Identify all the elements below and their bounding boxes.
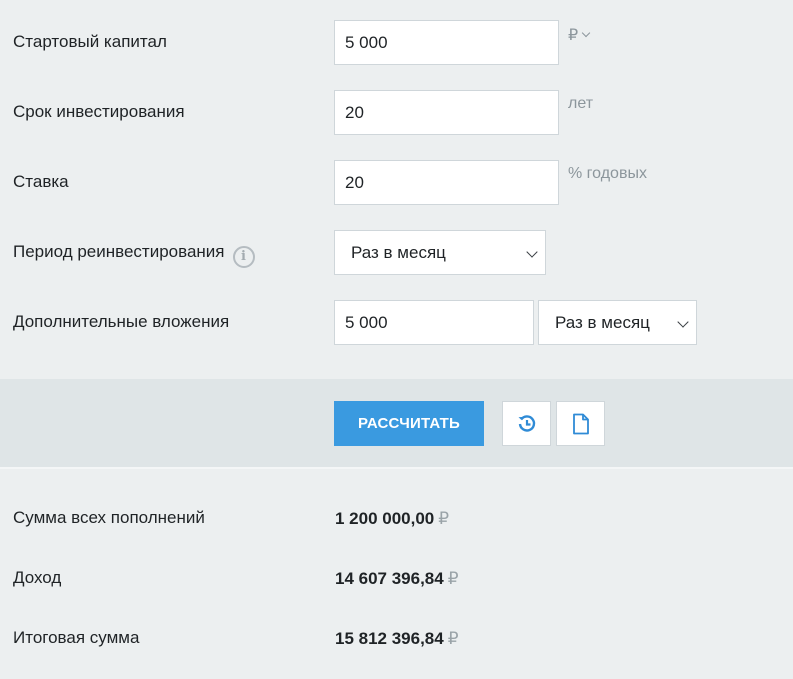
additional-period-value: Раз в месяц	[555, 313, 650, 332]
result-total: Итоговая сумма 15 812 396,84 ₽	[0, 620, 793, 660]
document-icon	[572, 413, 589, 434]
info-icon[interactable]: i	[232, 246, 255, 268]
action-bar: РАССЧИТАТЬ	[0, 379, 793, 469]
additional-label: Дополнительные вложения	[13, 312, 230, 331]
chevron-down-icon	[677, 316, 689, 328]
term-input[interactable]	[334, 90, 559, 135]
term-row: Срок инвестирования лет	[0, 90, 793, 136]
rate-unit: % годовых	[568, 165, 647, 182]
income-value: 14 607 396,84 ₽	[335, 569, 459, 589]
currency-symbol: ₽	[447, 569, 459, 588]
currency-symbol: ₽	[447, 629, 459, 648]
currency-selector[interactable]: ₽	[568, 25, 591, 45]
chevron-down-icon	[526, 246, 538, 258]
reinvest-label: Период реинвестирования i	[13, 242, 255, 268]
document-button[interactable]	[556, 401, 605, 446]
income-label: Доход	[13, 568, 62, 587]
deposits-value: 1 200 000,00 ₽	[335, 509, 449, 529]
start-capital-label: Стартовый капитал	[13, 32, 167, 51]
total-value: 15 812 396,84 ₽	[335, 629, 459, 649]
calculate-button[interactable]: РАССЧИТАТЬ	[334, 401, 484, 446]
rate-label: Ставка	[13, 172, 69, 191]
additional-period-select[interactable]: Раз в месяц	[538, 300, 697, 345]
reinvest-label-text: Период реинвестирования	[13, 242, 225, 261]
term-unit: лет	[568, 95, 594, 112]
chevron-down-icon	[581, 28, 591, 38]
history-reset-icon	[518, 414, 535, 432]
deposits-amount: 1 200 000,00	[335, 509, 435, 528]
currency-symbol: ₽	[438, 509, 450, 528]
result-deposits: Сумма всех пополнений 1 200 000,00 ₽	[0, 500, 793, 540]
total-amount: 15 812 396,84	[335, 629, 444, 648]
start-capital-input[interactable]	[334, 20, 559, 65]
result-income: Доход 14 607 396,84 ₽	[0, 560, 793, 600]
rate-row: Ставка % годовых	[0, 160, 793, 206]
rate-input[interactable]	[334, 160, 559, 205]
additional-input[interactable]	[334, 300, 534, 345]
currency-symbol: ₽	[568, 27, 579, 44]
reset-button[interactable]	[502, 401, 551, 446]
reinvest-row: Период реинвестирования i Раз в месяц	[0, 230, 793, 276]
term-label: Срок инвестирования	[13, 102, 185, 121]
reinvest-period-select[interactable]: Раз в месяц	[334, 230, 546, 275]
deposits-label: Сумма всех пополнений	[13, 508, 205, 527]
total-label: Итоговая сумма	[13, 628, 140, 647]
additional-row: Дополнительные вложения Раз в месяц	[0, 300, 793, 346]
start-capital-row: Стартовый капитал ₽	[0, 20, 793, 66]
income-amount: 14 607 396,84	[335, 569, 444, 588]
reinvest-period-value: Раз в месяц	[351, 243, 446, 262]
